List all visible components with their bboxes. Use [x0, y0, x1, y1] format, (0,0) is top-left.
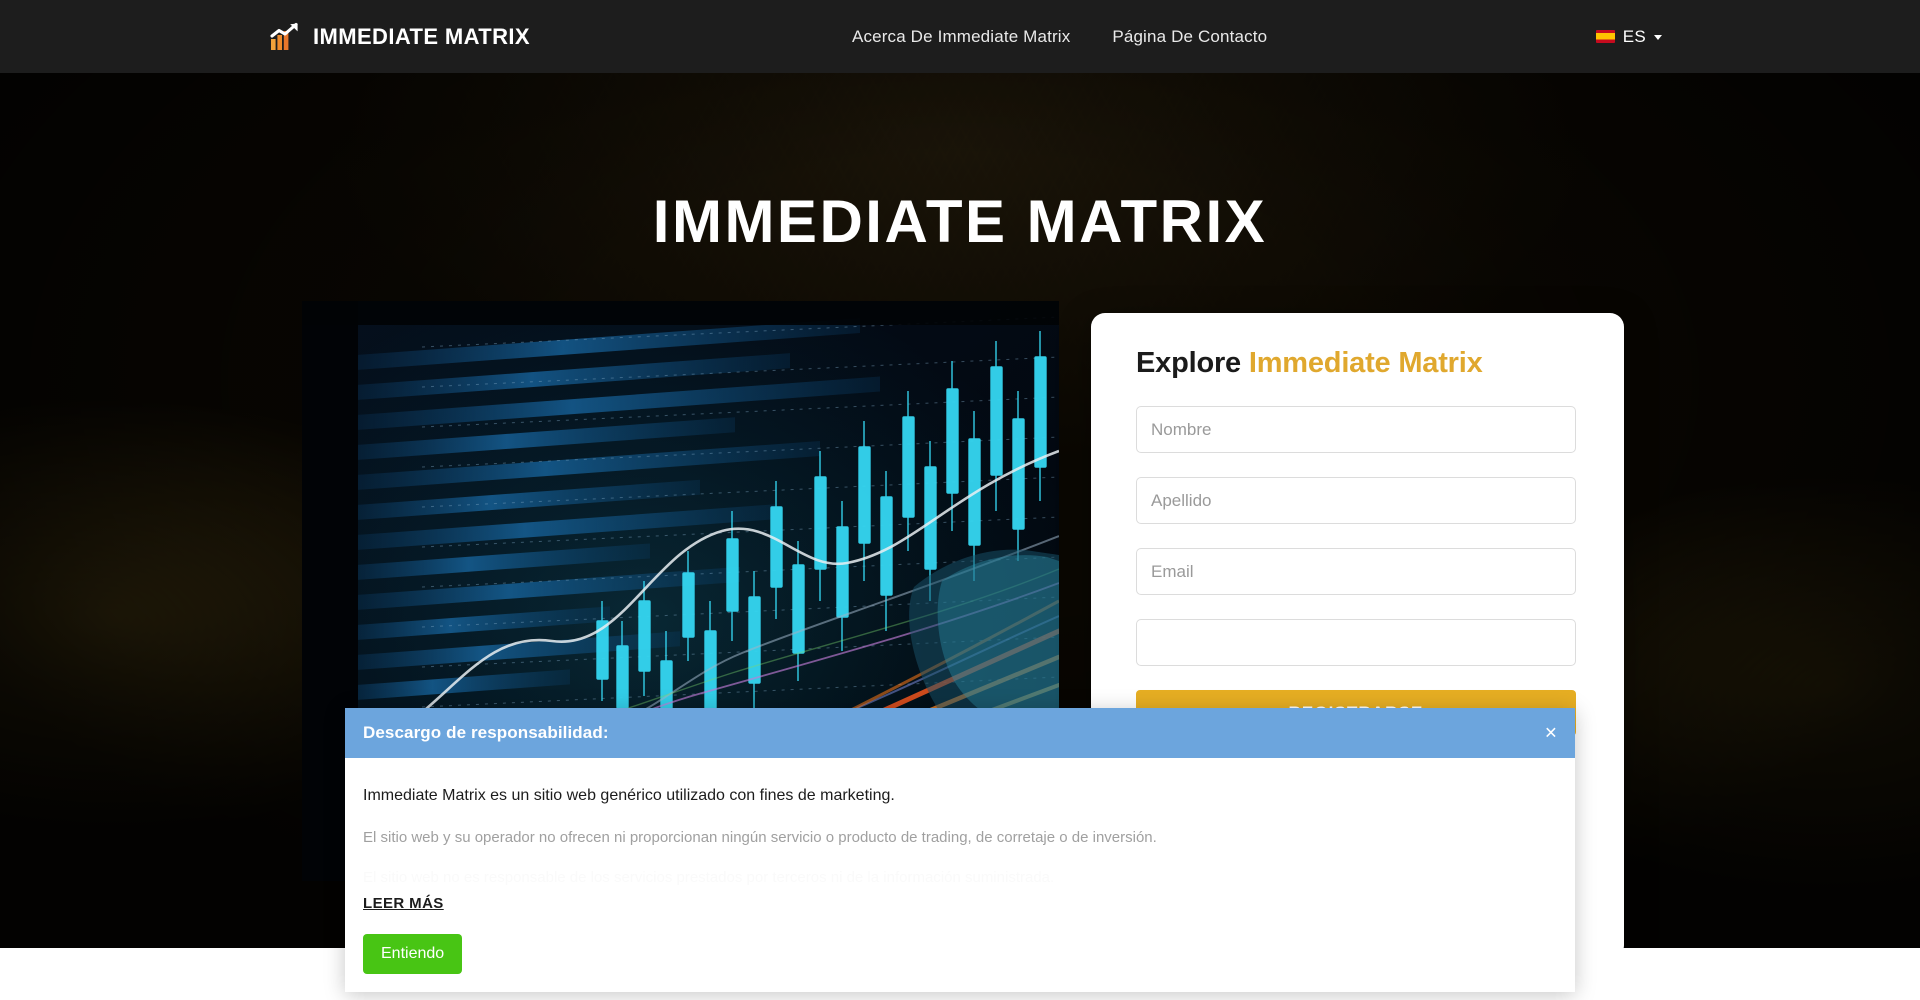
- page-root: IMMEDIATE MATRIX Acerca De Immediate Mat…: [0, 0, 1920, 1000]
- disclaimer-modal: Descargo de responsabilidad: × Immediate…: [345, 708, 1575, 992]
- email-placeholder: Email: [1151, 561, 1194, 581]
- close-icon[interactable]: ×: [1545, 723, 1557, 744]
- last-name-field[interactable]: Apellido: [1136, 477, 1576, 524]
- hero-title: IMMEDIATE MATRIX: [652, 188, 1268, 255]
- language-code-label: ES: [1622, 26, 1646, 46]
- phone-field[interactable]: [1136, 619, 1576, 666]
- brand-logo-link[interactable]: IMMEDIATE MATRIX: [270, 22, 530, 52]
- first-name-field[interactable]: Nombre: [1136, 406, 1576, 453]
- primary-nav: Acerca De Immediate Matrix Página De Con…: [852, 27, 1267, 47]
- read-more-link[interactable]: LEER MÁS: [363, 895, 444, 912]
- top-navigation-bar: IMMEDIATE MATRIX Acerca De Immediate Mat…: [0, 0, 1920, 73]
- disclaimer-paragraph-3: El sitio web no es responsable de los se…: [363, 868, 1055, 886]
- first-name-placeholder: Nombre: [1151, 419, 1212, 439]
- brand-name-text: IMMEDIATE MATRIX: [313, 23, 531, 49]
- last-name-placeholder: Apellido: [1151, 490, 1212, 510]
- disclaimer-paragraph-1: Immediate Matrix es un sitio web genéric…: [363, 787, 895, 804]
- disclaimer-modal-title: Descargo de responsabilidad:: [363, 723, 609, 742]
- nav-item-about[interactable]: Acerca De Immediate Matrix: [852, 27, 1070, 47]
- nav-item-contact[interactable]: Página De Contacto: [1112, 27, 1267, 47]
- disclaimer-modal-header: Descargo de responsabilidad: ×: [345, 708, 1575, 758]
- accept-disclaimer-button[interactable]: Entiendo: [363, 933, 463, 974]
- signup-title-plain: Explore: [1136, 347, 1241, 379]
- email-field[interactable]: Email: [1136, 548, 1576, 595]
- chevron-down-icon: [1654, 35, 1662, 40]
- signup-card-title: Explore Immediate Matrix: [1136, 347, 1579, 380]
- signup-title-accent: Immediate Matrix: [1248, 347, 1483, 379]
- chart-growth-icon: [270, 22, 298, 50]
- disclaimer-paragraph-2: El sitio web y su operador no ofrecen ni…: [363, 829, 1157, 847]
- language-selector[interactable]: ES: [1595, 26, 1662, 47]
- spain-flag-icon: [1595, 30, 1615, 43]
- disclaimer-modal-body: Immediate Matrix es un sitio web genéric…: [345, 758, 1575, 974]
